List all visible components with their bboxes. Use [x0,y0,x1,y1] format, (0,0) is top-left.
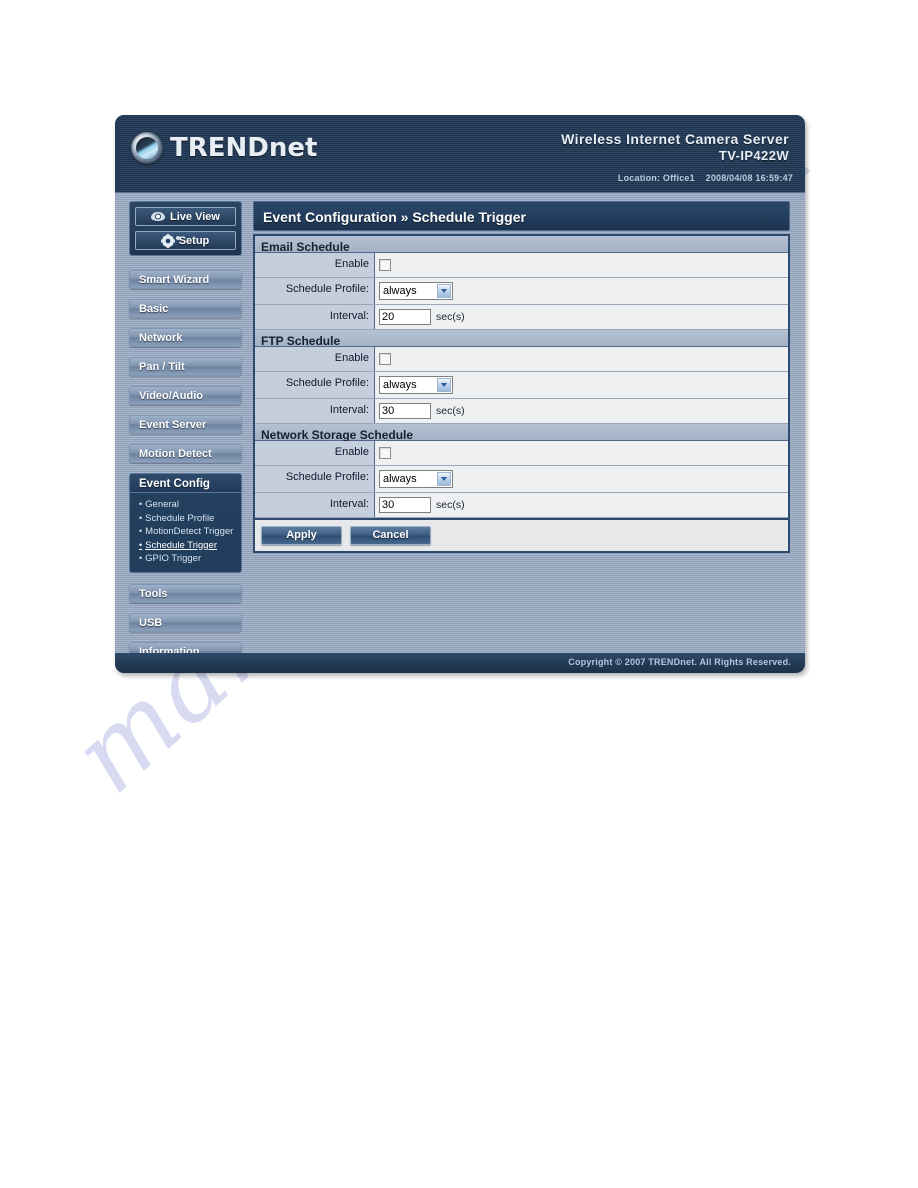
row-ftp-profile: Schedule Profile: always [255,372,788,399]
apply-button[interactable]: Apply [261,526,342,545]
main-content: Event Configuration » Schedule Trigger E… [253,201,790,553]
value-nas-interval: sec(s) [375,493,788,517]
camera-admin-panel: TRENDnet Wireless Internet Camera Server… [115,115,805,673]
email-enable-checkbox[interactable] [379,259,391,271]
product-identity: Wireless Internet Camera Server TV-IP422… [561,131,789,163]
sidebar-item-smart-wizard[interactable]: Smart Wizard [129,270,242,289]
chevron-down-icon[interactable] [437,472,451,486]
section-heading-network-storage: Network Storage Schedule [255,424,788,442]
label-nas-profile: Schedule Profile: [255,466,375,492]
sidebar-item-pan-tilt[interactable]: Pan / Tilt [129,357,242,376]
app-header: TRENDnet Wireless Internet Camera Server… [115,115,805,193]
submenu-item-schedule-profile[interactable]: Schedule Profile [139,512,241,526]
sidebar-item-tools[interactable]: Tools [129,583,242,603]
section-heading-email: Email Schedule [255,236,788,254]
product-name: Wireless Internet Camera Server [561,131,789,147]
email-profile-select[interactable]: always [379,282,453,300]
app-footer: Copyright © 2007 TRENDnet. All Rights Re… [115,653,805,673]
row-nas-interval: Interval: sec(s) [255,493,788,518]
label-ftp-profile: Schedule Profile: [255,372,375,398]
ftp-profile-select[interactable]: always [379,376,453,394]
chevron-down-icon[interactable] [437,378,451,392]
location-time-status: Location: Office1 2008/04/08 16:59:47 [617,173,793,183]
ftp-interval-input[interactable] [379,403,431,419]
sidebar-item-network[interactable]: Network [129,328,242,347]
ftp-enable-checkbox[interactable] [379,353,391,365]
email-interval-unit: sec(s) [436,311,465,323]
sidebar-item-event-server[interactable]: Event Server [129,415,242,434]
nas-enable-checkbox[interactable] [379,447,391,459]
label-ftp-interval: Interval: [255,399,375,423]
submenu-item-motiondetect-trigger[interactable]: MotionDetect Trigger [139,525,241,539]
sidebar-item-event-config[interactable]: Event Config [129,473,242,493]
ftp-interval-unit: sec(s) [436,405,465,417]
chevron-down-icon[interactable] [437,284,451,298]
row-email-profile: Schedule Profile: always [255,278,788,305]
value-ftp-interval: sec(s) [375,399,788,423]
email-interval-input[interactable] [379,309,431,325]
label-ftp-enable: Enable [255,347,375,371]
gear-icon [161,234,180,247]
nas-profile-selected-value: always [383,473,417,485]
value-email-interval: sec(s) [375,305,788,329]
submenu-item-gpio-trigger[interactable]: GPIO Trigger [139,552,241,566]
page-title: Event Configuration » Schedule Trigger [253,201,790,231]
copyright-text: Copyright © 2007 TRENDnet. All Rights Re… [568,657,791,667]
value-nas-enable [375,441,788,465]
label-nas-enable: Enable [255,441,375,465]
row-ftp-enable: Enable [255,347,788,372]
value-ftp-profile: always [375,372,788,398]
sidebar-item-motion-detect[interactable]: Motion Detect [129,444,242,463]
sidebar-nav: Live View Setup Smart Wizard Basic Netwo… [129,201,242,671]
form-actions: Apply Cancel [255,518,788,551]
section-heading-ftp: FTP Schedule [255,330,788,348]
logo-text: TRENDnet [170,133,318,163]
label-nas-interval: Interval: [255,493,375,517]
schedule-trigger-form: Email Schedule Enable Schedule Profile: … [253,234,790,553]
sidebar-mode-group: Live View Setup [129,201,242,256]
sidebar-item-usb[interactable]: USB [129,612,242,632]
value-email-enable [375,253,788,277]
sidebar-item-live-view[interactable]: Live View [135,207,236,226]
ftp-profile-selected-value: always [383,379,417,391]
label-email-interval: Interval: [255,305,375,329]
row-nas-profile: Schedule Profile: always [255,466,788,493]
setup-label: Setup [178,234,210,247]
nas-profile-select[interactable]: always [379,470,453,488]
value-nas-profile: always [375,466,788,492]
cancel-button[interactable]: Cancel [350,526,431,545]
sidebar-item-basic[interactable]: Basic [129,299,242,318]
row-nas-enable: Enable [255,441,788,466]
label-email-enable: Enable [255,253,375,277]
value-ftp-enable [375,347,788,371]
submenu-item-general[interactable]: General [139,498,241,512]
globe-icon [131,132,163,164]
model-number: TV-IP422W [718,148,789,163]
sidebar-item-setup[interactable]: Setup [135,231,236,250]
live-view-label: Live View [170,210,220,223]
row-email-enable: Enable [255,253,788,278]
sidebar-submenu-event-config: General Schedule Profile MotionDetect Tr… [129,493,242,573]
value-email-profile: always [375,278,788,304]
nas-interval-unit: sec(s) [436,499,465,511]
eye-icon [151,212,166,221]
email-profile-selected-value: always [383,285,417,297]
label-email-profile: Schedule Profile: [255,278,375,304]
row-email-interval: Interval: sec(s) [255,305,788,330]
brand-logo[interactable]: TRENDnet [131,132,317,164]
sidebar-item-video-audio[interactable]: Video/Audio [129,386,242,405]
nas-interval-input[interactable] [379,497,431,513]
submenu-item-schedule-trigger[interactable]: Schedule Trigger [139,539,241,553]
row-ftp-interval: Interval: sec(s) [255,399,788,424]
